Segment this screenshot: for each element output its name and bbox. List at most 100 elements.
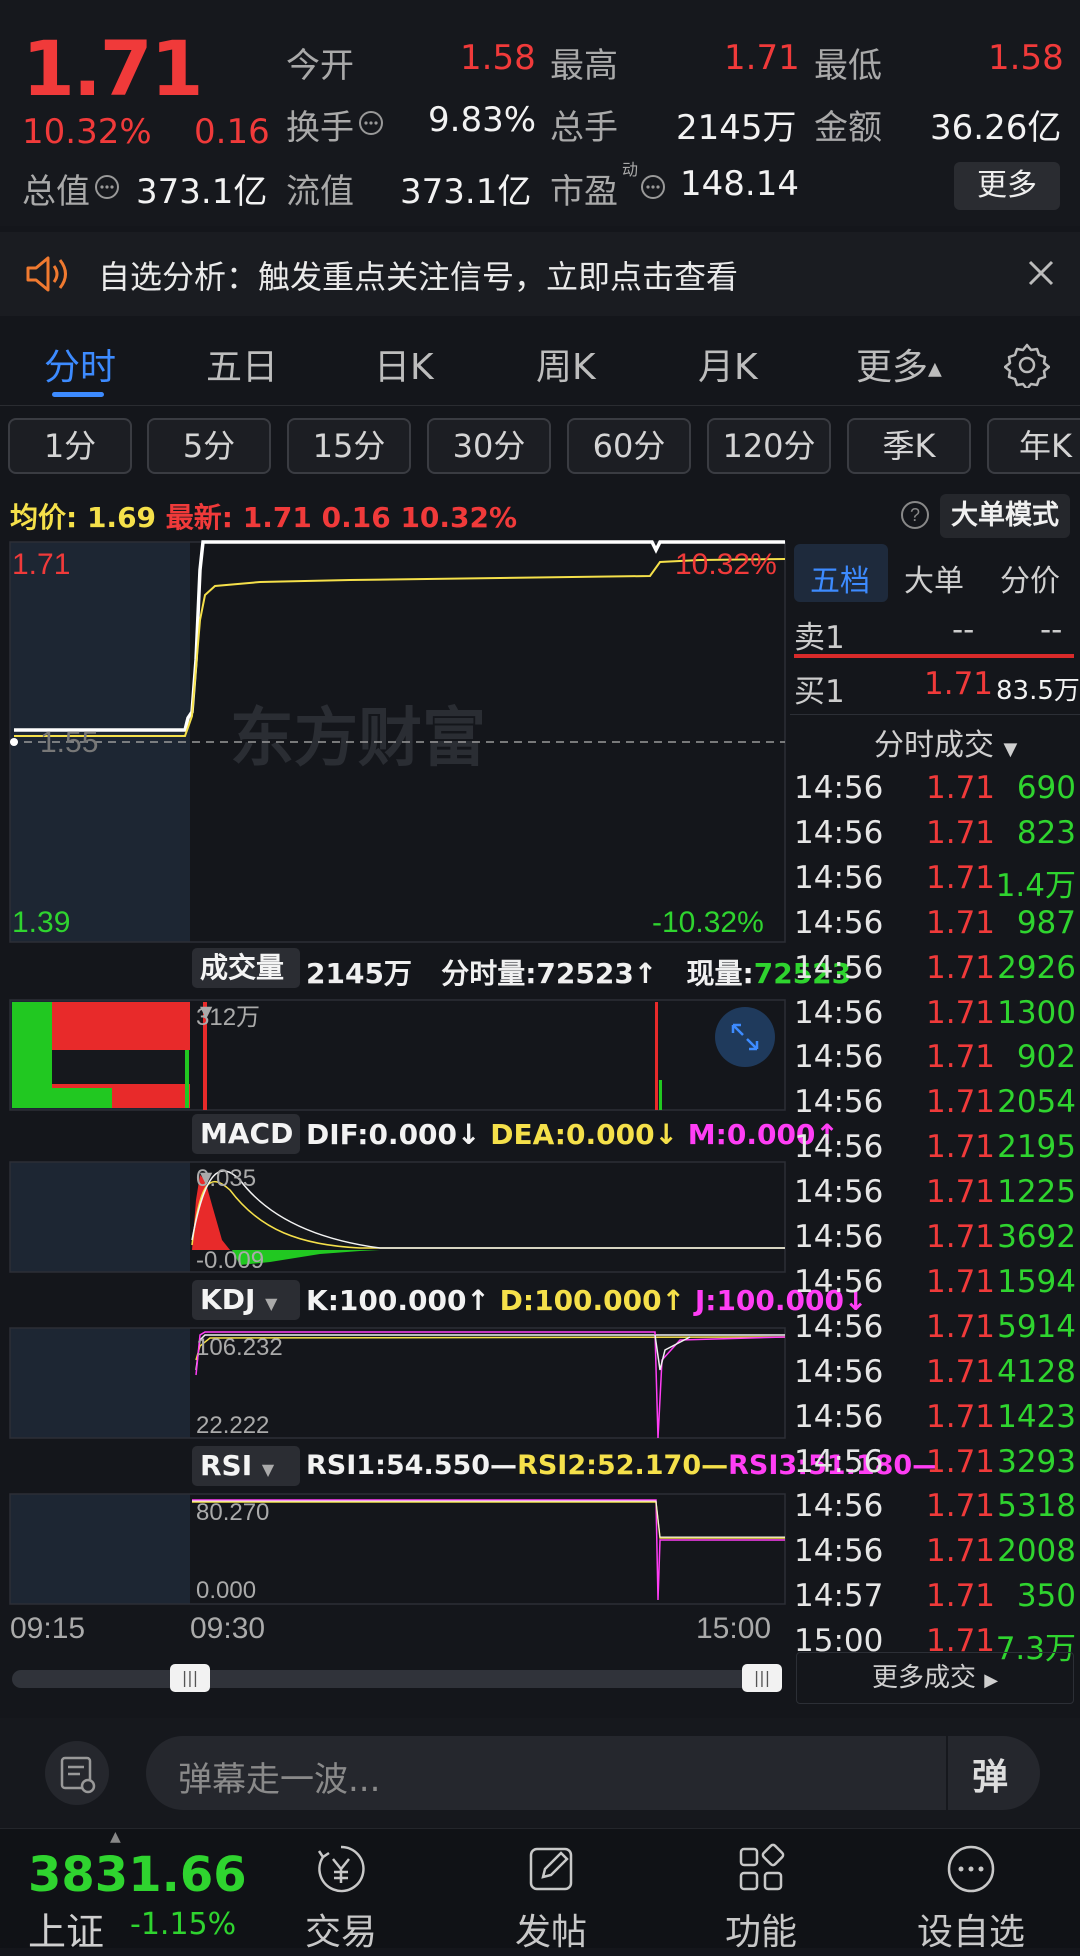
nav-functions[interactable]: 功能 <box>696 1843 826 1955</box>
grid-icon <box>739 1843 785 1891</box>
buy1-vol: 83.5万 <box>996 676 1080 706</box>
note-icon[interactable] <box>40 1740 114 1806</box>
rsi2: RSI2:52.170— <box>517 1450 729 1481</box>
chip-30min[interactable]: 30分 <box>427 418 551 474</box>
tick-price: 1.71 <box>926 1443 996 1480</box>
rsi-indicator-select[interactable]: RSI ▼ <box>192 1446 300 1486</box>
chip-15min[interactable]: 15分 <box>287 418 411 474</box>
tick-time: 14:56 <box>794 1039 884 1076</box>
tick-price: 1.71 <box>926 1219 996 1255</box>
nav-post[interactable]: 发帖 <box>486 1843 616 1955</box>
volume-info: 2145万 分时量:72523↑ 现量:72523 <box>306 952 851 992</box>
chip-year-k[interactable]: 年K <box>987 418 1080 474</box>
tab-five-day[interactable]: 五日 <box>206 338 278 390</box>
mktcap-label: 总值 <box>22 172 90 212</box>
price-top-label: 1.71 <box>12 548 70 581</box>
tick-volume: 2926 <box>997 949 1076 986</box>
tick-time: 14:56 <box>794 1219 884 1255</box>
tick-row: 14:56 1.71 1423 <box>790 1399 1080 1444</box>
kdj-d: D:100.000↑ <box>499 1284 686 1317</box>
danmu-toggle[interactable]: 弹 <box>972 1748 1008 1800</box>
big-order-mode-button[interactable]: 大单模式 <box>940 494 1070 538</box>
chip-1min[interactable]: 1分 <box>8 418 132 474</box>
kdj-indicator-label: KDJ <box>200 1283 256 1316</box>
tab-big-order[interactable]: 大单 <box>904 556 964 600</box>
yen-circle-icon <box>317 1845 365 1893</box>
tick-row: 14:56 1.71 2195 <box>790 1129 1080 1174</box>
chip-60min[interactable]: 60分 <box>567 418 691 474</box>
volume-now-label: 现量: <box>686 957 754 990</box>
tab-price-dist[interactable]: 分价 <box>1000 556 1060 600</box>
tick-row: 14:56 1.71 987 <box>790 905 1080 950</box>
slider-handle-left[interactable]: ||| <box>170 1664 210 1692</box>
pct-top-label: 10.32% <box>675 548 777 581</box>
watermark: 东方财富 <box>230 702 486 774</box>
analysis-banner[interactable]: 自选分析：触发重点关注信号，立即点击查看 <box>0 232 1080 316</box>
time-start-label: 09:15 <box>10 1612 85 1645</box>
kdj-values: K:100.000↑ D:100.000↑ J:100.000↓ <box>306 1284 867 1317</box>
time-range-slider[interactable]: ||| ||| <box>12 1664 782 1692</box>
chip-120min[interactable]: 120分 <box>707 418 831 474</box>
sell1-row: 卖1 -- -- <box>790 612 1080 657</box>
tick-price: 1.71 <box>926 904 996 941</box>
kdj-j-line <box>195 1331 786 1439</box>
tick-volume: 1423 <box>997 1398 1076 1435</box>
tick-price: 1.71 <box>926 1039 996 1076</box>
rsi-indicator-label: RSI <box>200 1449 253 1482</box>
tick-volume: 902 <box>1016 1039 1076 1076</box>
more-quote-button[interactable]: 更多 <box>954 162 1060 210</box>
ticks-title[interactable]: 分时成交 ▼ <box>874 720 1017 764</box>
rsi1-line <box>192 1500 785 1538</box>
active-tab-indicator <box>52 392 104 397</box>
caret-down-icon: ▼ <box>200 1168 213 1187</box>
tab-monthly-k[interactable]: 月K <box>698 338 758 390</box>
last-price: 1.71 <box>22 24 204 113</box>
tick-price: 1.71 <box>926 1308 996 1345</box>
close-icon[interactable] <box>1026 258 1056 288</box>
tick-row: 14:56 1.71 690 <box>790 770 1080 815</box>
tick-volume: 3692 <box>997 1219 1076 1255</box>
sell1-label: 卖1 <box>794 620 845 656</box>
amount-value: 36.26亿 <box>930 108 1062 148</box>
info-icon[interactable] <box>94 174 120 200</box>
caret-down-icon: ▼ <box>200 1002 213 1021</box>
tab-intraday[interactable]: 分时 <box>44 338 116 390</box>
chip-5min[interactable]: 5分 <box>147 418 271 474</box>
index-value[interactable]: 3831.66 <box>28 1847 247 1903</box>
tick-volume: 1300 <box>997 994 1076 1031</box>
expand-button[interactable] <box>715 1007 775 1067</box>
chip-quarter-k[interactable]: 季K <box>847 418 971 474</box>
premarket-shade-kdj <box>10 1328 190 1438</box>
gear-icon[interactable] <box>1004 342 1050 388</box>
tick-volume: 5914 <box>997 1308 1076 1345</box>
more-trades-button[interactable]: 更多成交 ▶ <box>796 1652 1074 1704</box>
tab-level5[interactable]: 五档 <box>810 556 870 600</box>
macd-values: DIF:0.000↓ DEA:0.000↓ M:0.000↑ <box>306 1118 839 1151</box>
nav-trade[interactable]: 交易 <box>276 1843 406 1955</box>
danmu-input[interactable]: 弹幕走一波... 弹 <box>146 1736 1040 1810</box>
macd-dea-line <box>191 1180 785 1249</box>
tick-volume: 2008 <box>997 1533 1076 1570</box>
change-percent: 10.32% <box>22 112 152 152</box>
macd-indicator-select[interactable]: MACD ▼ <box>192 1114 300 1187</box>
more-trades-label: 更多成交 <box>871 1663 976 1693</box>
tick-volume: 1594 <box>997 1263 1076 1300</box>
tab-weekly-k[interactable]: 周K <box>536 338 596 390</box>
info-icon[interactable] <box>640 174 666 200</box>
volume-indicator-select[interactable]: 成交量 ▼ <box>192 948 300 1021</box>
quote-header: 1.71 10.32% 0.16 今开 1.58 最高 1.71 最低 1.58… <box>0 0 1080 226</box>
help-icon[interactable]: ? <box>900 500 930 530</box>
info-icon[interactable] <box>358 110 384 136</box>
tab-more[interactable]: 更多▲ <box>856 338 942 390</box>
tab-daily-k[interactable]: 日K <box>374 338 434 390</box>
high-label: 最高 <box>550 46 618 86</box>
tick-price: 1.71 <box>926 770 996 806</box>
nav-add-watchlist[interactable]: 设自选 <box>906 1843 1036 1955</box>
nav-functions-label: 功能 <box>724 1912 797 1953</box>
kdj-bottom-label: 22.222 <box>196 1412 269 1439</box>
kdj-indicator-select[interactable]: KDJ ▼ <box>192 1280 300 1320</box>
volume-bars <box>12 1002 662 1110</box>
intraday-chart[interactable]: 东方财富 1.71 10.32% 1.55 1.39 -10.32% 312万 … <box>0 540 790 1660</box>
slider-handle-right[interactable]: ||| <box>742 1664 782 1692</box>
book-divider <box>794 654 1074 658</box>
